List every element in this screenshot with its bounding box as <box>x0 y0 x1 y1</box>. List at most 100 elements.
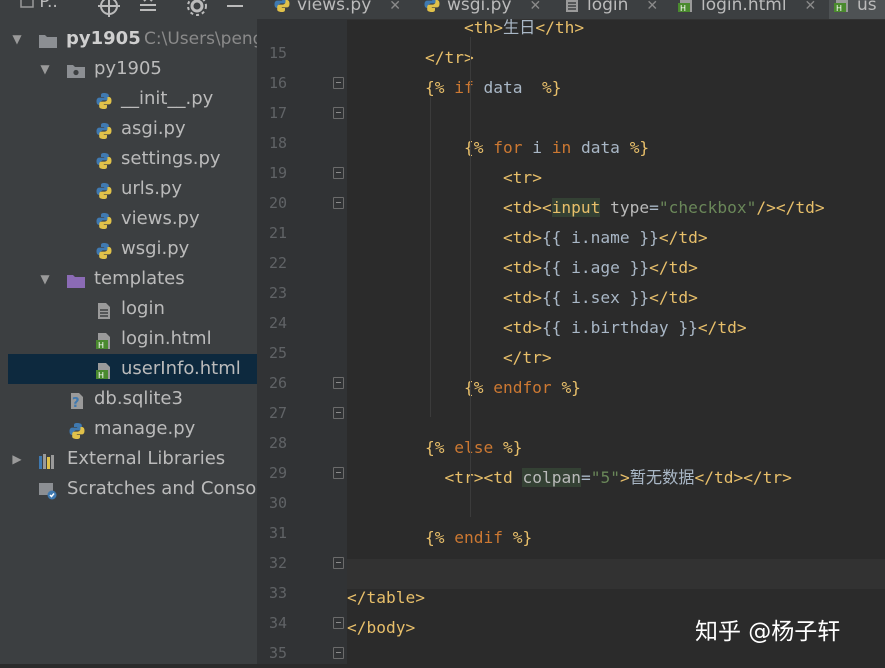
code-line[interactable]: <td>{{ i.age }}</td> <box>347 253 698 283</box>
close-icon[interactable]: ✕ <box>389 0 401 14</box>
tree-item-label: py1905 <box>66 28 141 49</box>
tree-item[interactable]: manage.py <box>8 414 257 444</box>
line-number: 27 <box>268 404 287 422</box>
line-number: 30 <box>268 494 287 512</box>
fold-marker-icon[interactable] <box>333 467 344 479</box>
code-line[interactable]: <td>{{ i.birthday }}</td> <box>347 313 747 343</box>
chevron-down-icon[interactable]: ▼ <box>38 264 52 294</box>
current-line-highlight <box>347 559 885 589</box>
fold-marker-icon[interactable] <box>333 407 344 419</box>
code-line[interactable]: </table> <box>347 583 425 613</box>
tree-item[interactable]: urls.py <box>8 174 257 204</box>
code-line[interactable]: <tr> <box>347 163 542 193</box>
line-number: 31 <box>268 524 287 542</box>
line-number: 19 <box>268 164 287 182</box>
line-number: 32 <box>268 554 287 572</box>
line-number: 23 <box>268 284 287 302</box>
fold-marker-icon[interactable] <box>333 77 344 89</box>
python-file-icon <box>95 120 113 139</box>
code-line[interactable]: </tr> <box>347 343 552 373</box>
package-folder-icon <box>66 60 85 78</box>
tree-item-label: userInfo.html <box>121 358 241 379</box>
tree-item[interactable]: settings.py <box>8 144 257 174</box>
line-number: 22 <box>268 254 287 272</box>
fold-marker-icon[interactable] <box>333 167 344 179</box>
line-number: 18 <box>268 134 287 152</box>
code-line[interactable]: <td>{{ i.sex }}</td> <box>347 283 698 313</box>
editor-tab-label: login <box>587 0 629 15</box>
watermark: 知乎 @杨子轩 <box>695 619 841 645</box>
tree-item[interactable]: HuserInfo.html <box>8 354 257 384</box>
close-icon[interactable]: ✕ <box>646 0 658 14</box>
code-line[interactable]: </tr> <box>347 43 474 73</box>
code-line[interactable]: <tr><td colpan="5">暂无数据</td></tr> <box>347 463 792 493</box>
tree-item[interactable]: views.py <box>8 204 257 234</box>
chevron-down-icon[interactable]: ▼ <box>10 24 24 54</box>
collapse-icon[interactable] <box>138 0 158 17</box>
tree-item[interactable]: ▼ py1905 C:\Users\peng <box>8 24 257 54</box>
fold-marker-icon[interactable] <box>333 647 344 659</box>
libraries-icon <box>38 450 56 469</box>
svg-text:?: ? <box>72 396 80 410</box>
tree-item-label: wsgi.py <box>121 238 190 259</box>
gear-icon[interactable] <box>186 0 208 17</box>
tree-item[interactable]: Scratches and Consoles <box>8 474 257 504</box>
project-view-selector[interactable]: P.. <box>20 0 58 12</box>
editor[interactable]: views.py ✕ wsgi.py ✕ login ✕ Hlogin.html ✕ Hus 1… <box>257 0 885 664</box>
fold-marker-icon[interactable] <box>333 377 344 389</box>
chevron-down-icon[interactable]: ▼ <box>38 54 52 84</box>
code-line[interactable]: <td><input type="checkbox"/></td> <box>347 193 825 223</box>
fold-marker-icon[interactable] <box>333 107 344 119</box>
code-line[interactable]: {% endfor %} <box>347 373 581 403</box>
close-icon[interactable]: ✕ <box>530 0 542 14</box>
html-file-icon: H <box>95 330 113 350</box>
code-line[interactable]: {% endif %} <box>347 523 532 553</box>
tree-item[interactable]: Hlogin.html <box>8 324 257 354</box>
python-file-icon <box>95 210 113 229</box>
code-line[interactable]: <th>生日</th> <box>347 13 584 43</box>
code-line[interactable]: {% if data %} <box>347 73 561 103</box>
fold-marker-icon[interactable] <box>333 197 344 209</box>
python-file-icon <box>95 180 113 199</box>
svg-text:H: H <box>98 371 104 380</box>
tree-item[interactable]: ▼ py1905 <box>8 54 257 84</box>
tree-item[interactable]: ▶ External Libraries <box>8 444 257 474</box>
tree-item-label: __init__.py <box>121 88 214 109</box>
fold-marker-icon[interactable] <box>333 617 344 629</box>
tree-item[interactable]: asgi.py <box>8 114 257 144</box>
code-line[interactable]: <td>{{ i.name }}</td> <box>347 223 708 253</box>
code-line[interactable]: {% for i in data %} <box>347 133 649 163</box>
scratches-icon <box>38 480 57 500</box>
tree-item-label: py1905 <box>94 58 162 79</box>
python-file-icon <box>68 420 86 439</box>
project-panel: P.. ▼ py1905 C:\Users\peng ▼ py1905 __init__.… <box>8 0 257 664</box>
tree-item[interactable]: ? db.sqlite3 <box>8 384 257 414</box>
fold-marker-icon[interactable] <box>333 557 344 569</box>
tree-item[interactable]: ▼ templates <box>8 264 257 294</box>
target-icon[interactable] <box>98 0 120 17</box>
editor-tab[interactable]: Hlogin.html ✕ <box>673 0 823 19</box>
python-file-icon <box>273 0 291 19</box>
svg-text:H: H <box>98 341 104 350</box>
unknown-file-icon: ? <box>68 390 86 411</box>
code-line[interactable]: </body> <box>347 613 415 643</box>
editor-tab-label: login.html <box>701 0 787 15</box>
line-number: 25 <box>268 344 287 362</box>
tree-item[interactable]: wsgi.py <box>8 234 257 264</box>
editor-tab-label: us <box>857 0 877 15</box>
code-line[interactable]: {% else %} <box>347 433 522 463</box>
minimize-icon[interactable] <box>226 0 244 17</box>
line-number: 24 <box>268 314 287 332</box>
chevron-right-icon[interactable]: ▶ <box>10 444 24 474</box>
tree-item-label: db.sqlite3 <box>94 388 183 409</box>
line-number: 15 <box>268 44 287 62</box>
tree-item[interactable]: login <box>8 294 257 324</box>
indent-guide <box>430 97 431 417</box>
python-file-icon <box>95 240 113 259</box>
project-label: P.. <box>39 0 58 12</box>
close-icon[interactable]: ✕ <box>805 0 817 14</box>
tree-item-label: External Libraries <box>67 448 226 469</box>
line-number-gutter: 15 16 17 18 19 20 21 22 23 24 25 26 27 28 29 30 31 32 33 34… <box>257 19 347 664</box>
editor-tab[interactable]: Hus <box>829 0 885 19</box>
tree-item[interactable]: __init__.py <box>8 84 257 114</box>
